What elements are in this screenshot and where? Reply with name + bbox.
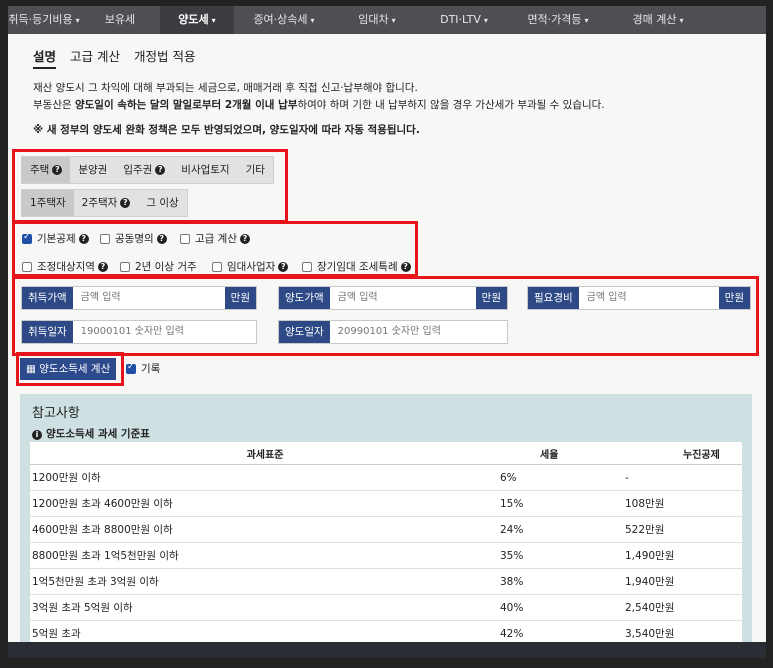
tab-revised-law[interactable]: 개정법 적용 bbox=[134, 46, 195, 69]
description-notice: ※ 새 정부의 양도세 완화 정책은 모두 반영되었으며, 양도일자에 따라 자… bbox=[33, 124, 420, 136]
tax-rate-table: 과세표준 세율 누진공제 1200만원 이하 6% -1200만원 초과 4600만… bbox=[30, 442, 742, 658]
nav-label: 증여·상속세 bbox=[253, 13, 308, 26]
sub-tabs: 설명 고급 계산 개정법 적용 bbox=[33, 46, 209, 69]
info-icon: i bbox=[32, 430, 42, 440]
monitor-screen: 취득·등기비용 ▾ 보유세 양도세 ▾ 증여·상속세 ▾ 임대차 ▾ DTI·LTV ▾ … bbox=[8, 6, 766, 658]
nav-holding-tax[interactable]: 보유세 bbox=[80, 6, 160, 34]
desc-text: 하여야 하며 기한 내 납부하지 않을 경우 가산세가 부과될 수 있습니다. bbox=[297, 99, 605, 111]
table-row: 3억원 초과 5억원 이하 40% 2,540만원 bbox=[30, 594, 742, 621]
deduction-cell: - bbox=[625, 464, 742, 491]
highlight-box bbox=[16, 352, 124, 386]
bracket-cell: 8800만원 초과 1억5천만원 이하 bbox=[30, 542, 500, 569]
deduction-cell: 2,540만원 bbox=[625, 594, 742, 621]
highlight-box bbox=[12, 221, 418, 277]
nav-transfer-tax[interactable]: 양도세 ▾ bbox=[160, 6, 234, 34]
deduction-cell: 522만원 bbox=[625, 516, 742, 543]
highlight-box bbox=[12, 276, 759, 356]
bracket-cell: 1200만원 초과 4600만원 이하 bbox=[30, 490, 500, 517]
nav-label: 면적·가격등 bbox=[527, 13, 582, 26]
reference-title: 참고사항 bbox=[32, 406, 80, 421]
reference-section: 참고사항 i 양도소득세 과세 기준표 과세표준 세율 누진공제 1200만원 이… bbox=[20, 394, 752, 658]
chevron-down-icon: ▾ bbox=[391, 16, 396, 25]
bracket-cell: 1억5천만원 초과 3억원 이하 bbox=[30, 568, 500, 595]
nav-label: 보유세 bbox=[104, 13, 136, 26]
os-taskbar bbox=[8, 642, 766, 658]
nav-label: 취득·등기비용 bbox=[8, 13, 73, 26]
table-row: 8800만원 초과 1억5천만원 이하 35% 1,490만원 bbox=[30, 542, 742, 569]
column-header: 과세표준 bbox=[30, 442, 500, 465]
column-header: 누진공제 bbox=[625, 442, 742, 465]
deduction-cell: 108만원 bbox=[625, 490, 742, 517]
chevron-down-icon: ▾ bbox=[679, 16, 684, 25]
content-panel: 설명 고급 계산 개정법 적용 재산 양도시 그 차익에 대해 부과되는 세금으… bbox=[8, 34, 766, 658]
table-header-row: 과세표준 세율 누진공제 bbox=[30, 442, 742, 465]
nav-label: 경매 계산 bbox=[632, 13, 677, 26]
rate-cell: 35% bbox=[500, 542, 625, 569]
photo-frame: 취득·등기비용 ▾ 보유세 양도세 ▾ 증여·상속세 ▾ 임대차 ▾ DTI·LTV ▾ … bbox=[0, 0, 773, 668]
bracket-cell: 3억원 초과 5억원 이하 bbox=[30, 594, 500, 621]
table-row: 1200만원 이하 6% - bbox=[30, 464, 742, 491]
nav-acquisition[interactable]: 취득·등기비용 ▾ bbox=[8, 6, 80, 34]
nav-label: 양도세 bbox=[178, 13, 209, 26]
description-line-1: 재산 양도시 그 차익에 대해 부과되는 세금으로, 매매거래 후 직접 신고·… bbox=[33, 82, 418, 94]
description-line-2: 부동산은 양도일이 속하는 달의 말일로부터 2개월 이내 납부하여야 하며 기… bbox=[33, 97, 605, 112]
chevron-down-icon: ▾ bbox=[211, 16, 216, 25]
chevron-down-icon: ▾ bbox=[584, 16, 589, 25]
tab-advanced[interactable]: 고급 계산 bbox=[70, 46, 120, 69]
highlight-box bbox=[12, 149, 288, 223]
record-option[interactable]: 기록 bbox=[126, 361, 160, 376]
checkbox-checked[interactable] bbox=[126, 362, 136, 374]
nav-dti-ltv[interactable]: DTI·LTV ▾ bbox=[420, 6, 508, 34]
reference-subtitle: i 양도소득세 과세 기준표 bbox=[32, 426, 150, 441]
chevron-down-icon: ▾ bbox=[75, 16, 80, 25]
chevron-down-icon: ▾ bbox=[310, 16, 315, 25]
subtitle-text: 양도소득세 과세 기준표 bbox=[46, 428, 150, 440]
table-row: 4600만원 초과 8800만원 이하 24% 522만원 bbox=[30, 516, 742, 543]
nav-gift-inheritance[interactable]: 증여·상속세 ▾ bbox=[234, 6, 334, 34]
table-row: 1억5천만원 초과 3억원 이하 38% 1,940만원 bbox=[30, 568, 742, 595]
tab-description[interactable]: 설명 bbox=[33, 46, 57, 69]
table-row: 1200만원 초과 4600만원 이하 15% 108만원 bbox=[30, 490, 742, 517]
deduction-cell: 1,940만원 bbox=[625, 568, 742, 595]
option-label: 기록 bbox=[141, 363, 161, 375]
rate-cell: 15% bbox=[500, 490, 625, 517]
rate-cell: 6% bbox=[500, 464, 625, 491]
nav-lease[interactable]: 임대차 ▾ bbox=[334, 6, 420, 34]
table-body: 1200만원 이하 6% -1200만원 초과 4600만원 이하 15% 108만원 4… bbox=[30, 464, 742, 658]
nav-label: 임대차 bbox=[358, 13, 389, 26]
nav-label: DTI·LTV bbox=[440, 13, 481, 26]
top-navigation: 취득·등기비용 ▾ 보유세 양도세 ▾ 증여·상속세 ▾ 임대차 ▾ DTI·LTV ▾ … bbox=[8, 6, 766, 34]
deduction-cell: 1,490만원 bbox=[625, 542, 742, 569]
rate-cell: 38% bbox=[500, 568, 625, 595]
column-header: 세율 bbox=[500, 442, 625, 465]
bracket-cell: 4600만원 초과 8800만원 이하 bbox=[30, 516, 500, 543]
desc-text: 부동산은 bbox=[33, 99, 75, 111]
nav-area-price[interactable]: 면적·가격등 ▾ bbox=[508, 6, 608, 34]
nav-auction[interactable]: 경매 계산 ▾ bbox=[608, 6, 708, 34]
chevron-down-icon: ▾ bbox=[483, 16, 488, 25]
desc-emphasis: 양도일이 속하는 달의 말일로부터 2개월 이내 납부 bbox=[74, 99, 298, 111]
rate-cell: 24% bbox=[500, 516, 625, 543]
rate-cell: 40% bbox=[500, 594, 625, 621]
bracket-cell: 1200만원 이하 bbox=[30, 464, 500, 491]
